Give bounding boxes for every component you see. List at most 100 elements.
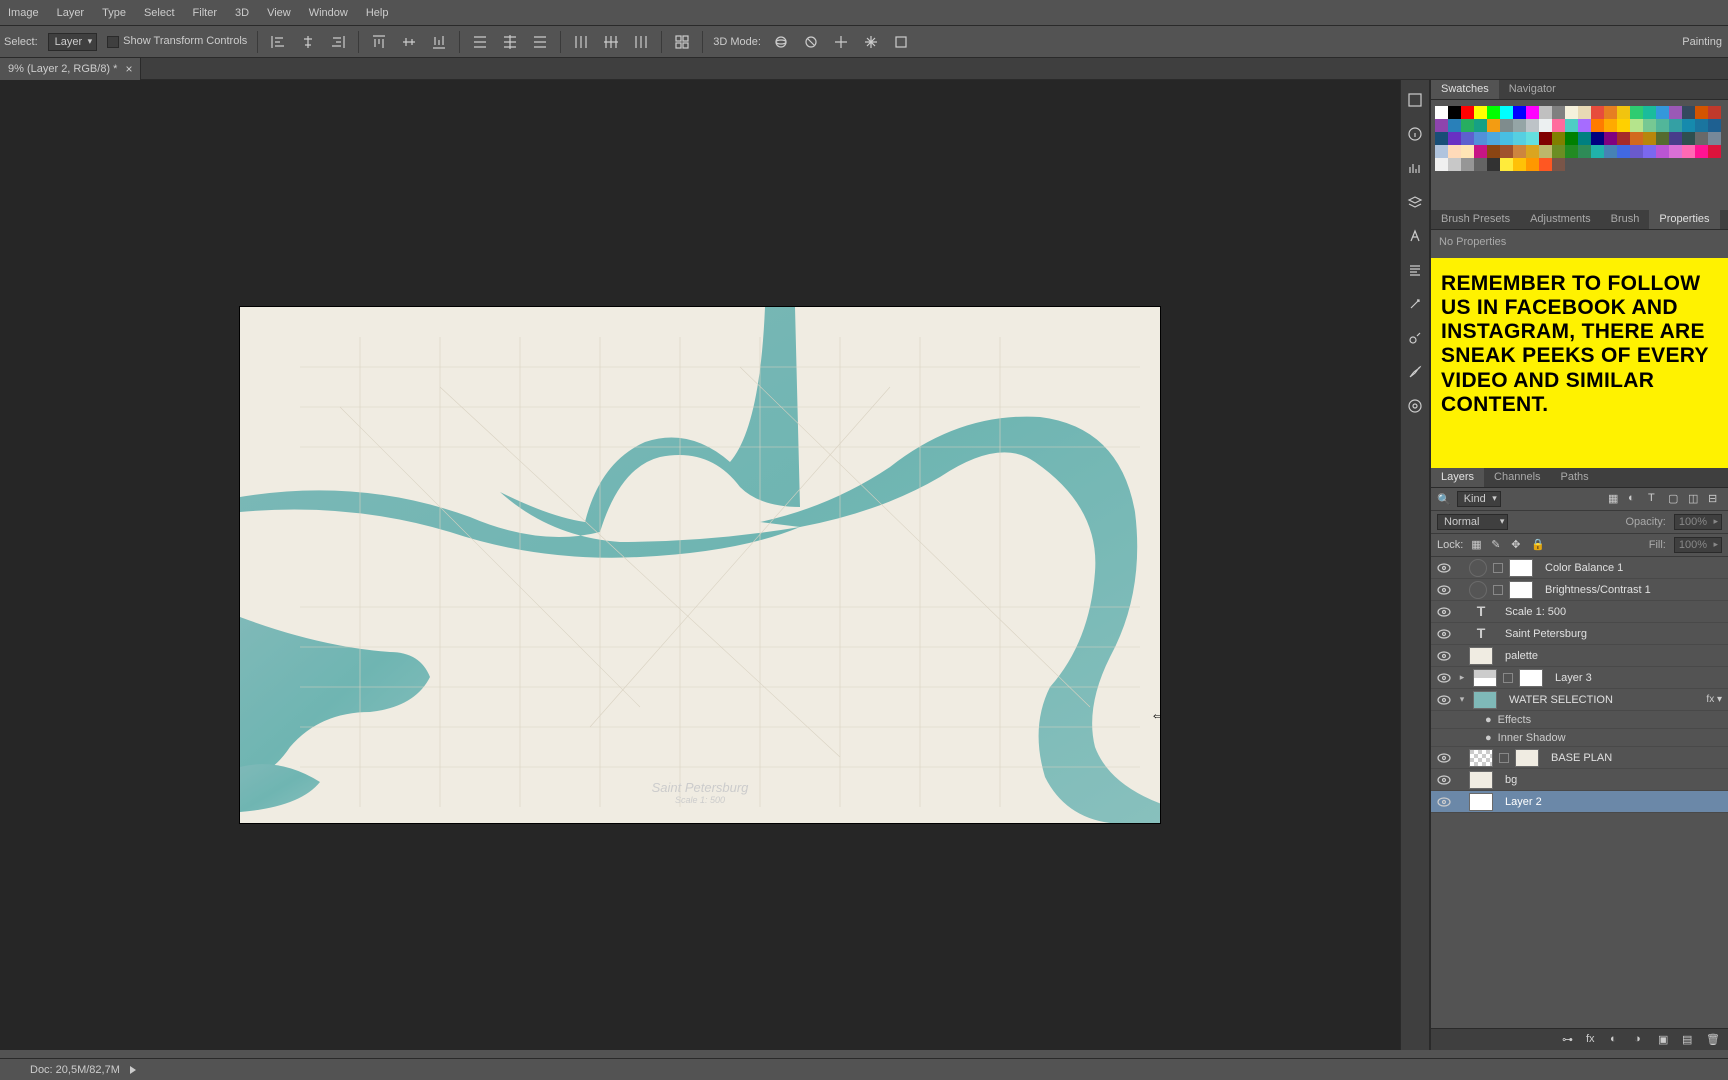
swatch[interactable]: [1474, 119, 1487, 132]
swatch[interactable]: [1461, 119, 1474, 132]
3d-roll-icon[interactable]: [801, 32, 821, 52]
3d-pan-icon[interactable]: [831, 32, 851, 52]
swatch[interactable]: [1617, 119, 1630, 132]
swatch[interactable]: [1578, 145, 1591, 158]
show-transform-checkbox[interactable]: Show Transform Controls: [107, 35, 247, 47]
layer-name[interactable]: bg: [1499, 774, 1517, 786]
fill-value[interactable]: 100%: [1674, 537, 1722, 553]
swatch[interactable]: [1448, 158, 1461, 171]
layer-name[interactable]: Color Balance 1: [1539, 562, 1623, 574]
menu-select[interactable]: Select: [144, 7, 175, 19]
twirl-icon[interactable]: ▾: [1457, 694, 1467, 705]
swatch[interactable]: [1565, 145, 1578, 158]
layers-panel-icon[interactable]: [1405, 192, 1425, 212]
distribute-hcenter-icon[interactable]: [601, 32, 621, 52]
swatch[interactable]: [1448, 132, 1461, 145]
menu-layer[interactable]: Layer: [57, 7, 85, 19]
color-panel-icon[interactable]: [1405, 90, 1425, 110]
swatch[interactable]: [1500, 145, 1513, 158]
lock-pixels-icon[interactable]: ✎: [1491, 538, 1505, 552]
swatches-grid[interactable]: [1431, 100, 1728, 210]
swatch[interactable]: [1474, 158, 1487, 171]
swatch[interactable]: [1539, 145, 1552, 158]
filter-shape-icon[interactable]: ▢: [1668, 492, 1682, 506]
swatch[interactable]: [1630, 119, 1643, 132]
distribute-right-icon[interactable]: [631, 32, 651, 52]
visibility-icon[interactable]: [1437, 795, 1451, 809]
tool-presets-icon[interactable]: [1405, 294, 1425, 314]
align-vcenter-icon[interactable]: [399, 32, 419, 52]
swatch[interactable]: [1591, 132, 1604, 145]
swatch[interactable]: [1565, 132, 1578, 145]
swatch[interactable]: [1552, 119, 1565, 132]
swatch[interactable]: [1578, 119, 1591, 132]
layer-row[interactable]: T Saint Petersburg: [1431, 623, 1728, 645]
tab-properties[interactable]: Properties: [1649, 210, 1719, 229]
swatch[interactable]: [1435, 106, 1448, 119]
layer-row[interactable]: T Scale 1: 500: [1431, 601, 1728, 623]
swatch[interactable]: [1682, 132, 1695, 145]
visibility-icon[interactable]: [1437, 693, 1451, 707]
swatch[interactable]: [1552, 145, 1565, 158]
distribute-left-icon[interactable]: [571, 32, 591, 52]
swatch[interactable]: [1474, 106, 1487, 119]
layer-style-icon[interactable]: fx: [1586, 1033, 1600, 1047]
tab-navigator[interactable]: Navigator: [1499, 80, 1566, 99]
link-icon[interactable]: [1493, 585, 1503, 595]
swatch[interactable]: [1461, 132, 1474, 145]
swatch[interactable]: [1708, 119, 1721, 132]
swatch[interactable]: [1435, 158, 1448, 171]
swatch[interactable]: [1669, 132, 1682, 145]
menu-help[interactable]: Help: [366, 7, 389, 19]
swatch[interactable]: [1513, 119, 1526, 132]
swatch[interactable]: [1708, 106, 1721, 119]
swatch[interactable]: [1526, 119, 1539, 132]
filter-smart-icon[interactable]: ◫: [1688, 492, 1702, 506]
swatch[interactable]: [1656, 106, 1669, 119]
visibility-icon[interactable]: [1437, 605, 1451, 619]
align-right-edges-icon[interactable]: [328, 32, 348, 52]
canvas-area[interactable]: Saint Petersburg Scale 1: 500 ⇔: [0, 80, 1400, 1050]
swatch[interactable]: [1526, 158, 1539, 171]
swatch[interactable]: [1448, 106, 1461, 119]
link-icon[interactable]: [1493, 563, 1503, 573]
workspace-switcher[interactable]: Painting: [1682, 36, 1728, 48]
swatch[interactable]: [1435, 132, 1448, 145]
link-icon[interactable]: [1503, 673, 1513, 683]
search-icon[interactable]: 🔍: [1437, 493, 1451, 506]
filter-toggle-icon[interactable]: ⊟: [1708, 492, 1722, 506]
histogram-panel-icon[interactable]: [1405, 158, 1425, 178]
swatch[interactable]: [1708, 132, 1721, 145]
swatch[interactable]: [1552, 158, 1565, 171]
swatch[interactable]: [1643, 106, 1656, 119]
swatch[interactable]: [1682, 106, 1695, 119]
swatch[interactable]: [1669, 106, 1682, 119]
layer-name[interactable]: Saint Petersburg: [1499, 628, 1587, 640]
swatch[interactable]: [1630, 132, 1643, 145]
layer-list[interactable]: Color Balance 1 Brightness/Contrast 1 T …: [1431, 557, 1728, 1028]
swatch[interactable]: [1578, 106, 1591, 119]
swatch[interactable]: [1487, 145, 1500, 158]
filter-adjust-icon[interactable]: ◐: [1628, 492, 1642, 506]
swatch[interactable]: [1513, 106, 1526, 119]
swatch[interactable]: [1591, 119, 1604, 132]
paragraph-panel-icon[interactable]: [1405, 260, 1425, 280]
swatch[interactable]: [1656, 145, 1669, 158]
new-fill-adj-icon[interactable]: ◑: [1634, 1033, 1648, 1047]
twirl-icon[interactable]: ▸: [1457, 672, 1467, 683]
link-layers-icon[interactable]: ⊶: [1562, 1033, 1576, 1047]
tab-swatches[interactable]: Swatches: [1431, 80, 1499, 99]
swatch[interactable]: [1487, 119, 1500, 132]
menu-view[interactable]: View: [267, 7, 291, 19]
swatch[interactable]: [1487, 132, 1500, 145]
swatch[interactable]: [1617, 145, 1630, 158]
layer-row-selected[interactable]: Layer 2: [1431, 791, 1728, 813]
layer-name[interactable]: WATER SELECTION: [1503, 694, 1613, 706]
layer-name[interactable]: Scale 1: 500: [1499, 606, 1566, 618]
swatch[interactable]: [1617, 106, 1630, 119]
swatch[interactable]: [1591, 106, 1604, 119]
swatch[interactable]: [1448, 119, 1461, 132]
visibility-icon[interactable]: [1437, 773, 1451, 787]
visibility-icon[interactable]: [1437, 561, 1451, 575]
filter-type-icon[interactable]: T: [1648, 492, 1662, 506]
